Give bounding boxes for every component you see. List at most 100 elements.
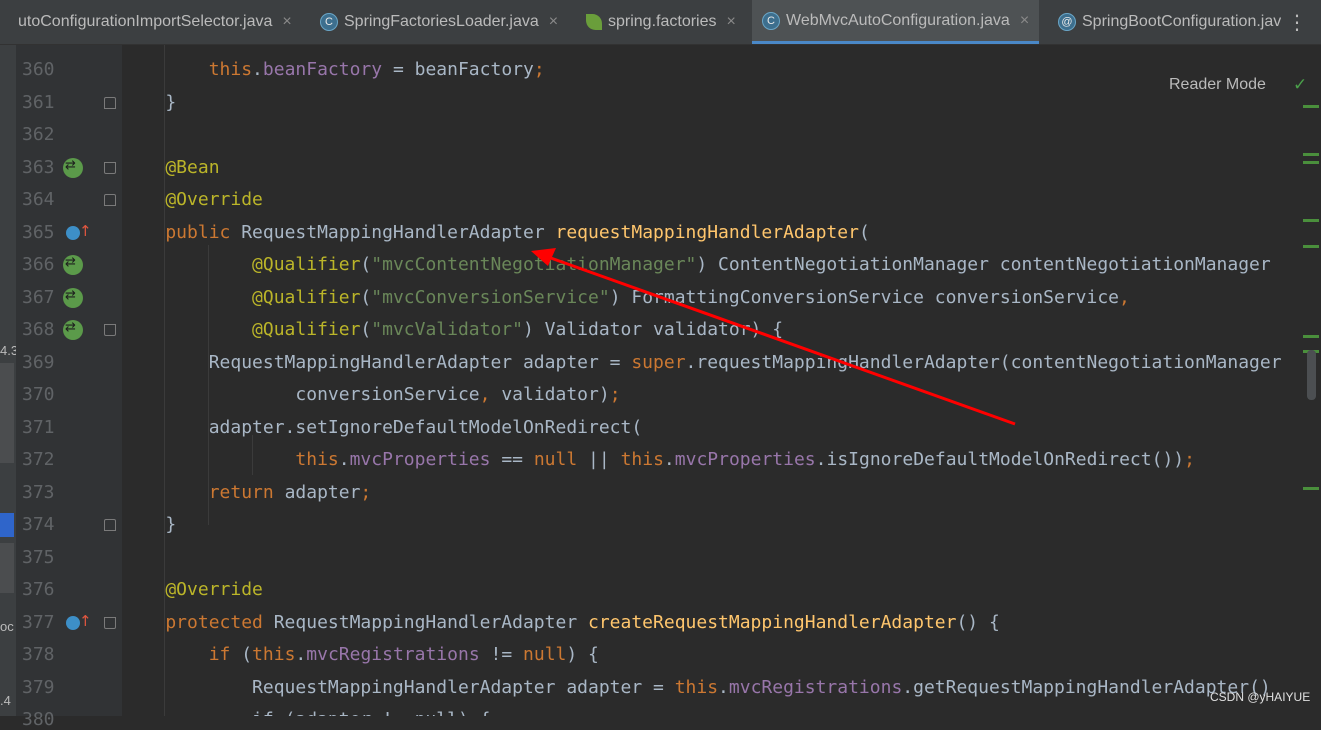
code-token: ( xyxy=(360,254,372,275)
scrollbar-thumb[interactable] xyxy=(1307,350,1316,400)
bean-icon[interactable] xyxy=(63,255,83,275)
code-token: @Qualifier xyxy=(122,254,361,275)
tab-spring-factories[interactable]: spring.factories × xyxy=(586,0,736,44)
tab-springfactoriesloader[interactable]: SpringFactoriesLoader.java × xyxy=(320,0,558,44)
change-marker xyxy=(1303,487,1319,490)
class-icon xyxy=(762,11,780,30)
code-line[interactable]: @Override xyxy=(122,580,263,600)
fold-marker-icon[interactable] xyxy=(104,324,116,336)
line-number: 373 xyxy=(22,481,55,503)
code-line[interactable]: public RequestMappingHandlerAdapter requ… xyxy=(122,221,869,243)
tab-label: SpringBootConfiguration.jav xyxy=(1082,13,1282,30)
code-token: , xyxy=(479,384,502,405)
code-token: || xyxy=(577,449,621,470)
tab-autoconfigurationimportselector[interactable]: utoConfigurationImportSelector.java × xyxy=(0,0,292,44)
override-icon[interactable]: ↑ xyxy=(66,222,92,243)
code-line[interactable]: protected RequestMappingHandlerAdapter c… xyxy=(122,611,999,633)
code-line[interactable]: @Qualifier("mvcContentNegotiationManager… xyxy=(122,255,1271,275)
code-token: RequestMappingHandlerAdapter adapter = xyxy=(122,351,632,373)
class-icon xyxy=(320,13,338,31)
code-token: mvcRegistrations xyxy=(728,676,903,698)
code-token: this xyxy=(252,644,296,665)
code-token: ) FormattingConversionService conversion… xyxy=(609,286,1120,308)
code-token: protected xyxy=(122,611,274,633)
code-token: = beanFactory xyxy=(382,59,534,80)
line-number: 374 xyxy=(22,514,55,535)
code-token: ) ContentNegotiationManager contentNegot… xyxy=(696,254,1271,275)
code-line[interactable]: RequestMappingHandlerAdapter adapter = t… xyxy=(122,676,1271,698)
tab-label: spring.factories xyxy=(608,13,717,30)
fold-marker-icon[interactable] xyxy=(104,616,116,629)
bean-icon[interactable] xyxy=(63,157,83,178)
line-number: 377 xyxy=(22,611,55,633)
code-token: } xyxy=(122,91,177,113)
line-number: 371 xyxy=(22,416,55,438)
left-tool-strip: 4.3 oc .4 xyxy=(0,45,18,716)
code-line[interactable]: if (adapter != null) { xyxy=(122,710,490,717)
line-number: 368 xyxy=(22,319,55,340)
code-line[interactable]: } xyxy=(122,91,177,113)
close-icon[interactable]: × xyxy=(1020,12,1029,30)
code-token: null xyxy=(533,449,578,470)
close-icon[interactable]: × xyxy=(549,13,558,31)
code-token: ; xyxy=(1184,449,1195,470)
code-line[interactable]: } xyxy=(122,515,176,535)
code-token: mvcProperties xyxy=(674,449,816,470)
tab-label: utoConfigurationImportSelector.java xyxy=(18,13,273,30)
editor-scrollbar[interactable] xyxy=(1299,45,1321,716)
tab-webmvcautoconfiguration[interactable]: WebMvcAutoConfiguration.java × xyxy=(752,0,1040,44)
code-token: , xyxy=(1119,286,1130,308)
code-token: @Override xyxy=(122,189,263,210)
code-token: super xyxy=(631,351,686,373)
strip-text: .4 xyxy=(0,693,11,708)
code-token: . xyxy=(338,449,350,470)
spring-leaf-icon xyxy=(586,14,602,30)
fold-marker-icon[interactable] xyxy=(104,161,116,174)
code-token: return xyxy=(122,481,285,503)
editor-gutter[interactable]: 360 361 362 363 364 365 ↑ 366 367 368 369 370 371 372… xyxy=(16,45,122,730)
code-token: ; xyxy=(533,59,545,80)
strip-panel xyxy=(0,543,14,593)
code-editor[interactable]: this.beanFactory = beanFactory; } @Bean … xyxy=(122,45,1299,716)
fold-marker-icon[interactable] xyxy=(104,96,116,109)
code-line[interactable]: this.mvcProperties == null || this.mvcPr… xyxy=(122,450,1195,470)
close-icon[interactable]: × xyxy=(727,13,736,31)
bean-icon[interactable] xyxy=(63,287,83,308)
code-token: RequestMappingHandlerAdapter adapter = xyxy=(122,676,675,698)
code-line[interactable]: RequestMappingHandlerAdapter adapter = s… xyxy=(122,351,1282,373)
code-line[interactable]: @Qualifier("mvcConversionService") Forma… xyxy=(122,286,1130,308)
code-token: beanFactory xyxy=(262,59,383,80)
code-token: != xyxy=(479,644,524,665)
code-line[interactable]: conversionService, validator); xyxy=(122,384,620,405)
strip-selection xyxy=(0,513,14,537)
annotation-icon xyxy=(1058,13,1076,31)
code-line[interactable]: @Qualifier("mvcValidator") Validator val… xyxy=(122,320,783,340)
close-icon[interactable]: × xyxy=(282,13,291,31)
override-icon[interactable]: ↑ xyxy=(66,612,92,633)
code-line[interactable]: if (this.mvcRegistrations != null) { xyxy=(122,645,599,665)
line-number: 363 xyxy=(22,156,55,178)
code-line[interactable]: this.beanFactory = beanFactory; xyxy=(122,60,545,80)
code-token: adapter.setIgnoreDefaultModelOnRedirect( xyxy=(122,416,643,438)
code-line[interactable]: @Override xyxy=(122,190,263,210)
code-token: requestMappingHandlerAdapter xyxy=(555,221,859,243)
bean-icon[interactable] xyxy=(63,320,83,340)
tab-label: SpringFactoriesLoader.java xyxy=(344,13,539,30)
code-token: this xyxy=(122,59,253,80)
line-number: 376 xyxy=(22,579,55,600)
fold-marker-icon[interactable] xyxy=(104,194,116,206)
reader-mode-toggle[interactable]: Reader Mode xyxy=(1169,76,1266,94)
code-line[interactable]: @Bean xyxy=(122,157,219,178)
strip-text: oc xyxy=(0,619,14,634)
code-token: this xyxy=(674,676,719,698)
code-token: this xyxy=(122,449,339,470)
tab-springbootconfiguration[interactable]: SpringBootConfiguration.jav xyxy=(1058,0,1281,44)
tab-overflow-menu-icon[interactable]: ⋮ xyxy=(1281,10,1307,34)
code-line[interactable]: return adapter; xyxy=(122,481,372,503)
code-token: ; xyxy=(360,481,372,503)
code-token: conversionService xyxy=(122,384,480,405)
line-number: 362 xyxy=(22,124,55,145)
code-line[interactable]: adapter.setIgnoreDefaultModelOnRedirect( xyxy=(122,416,643,438)
code-token: "mvcContentNegotiationManager" xyxy=(371,254,697,275)
fold-marker-icon[interactable] xyxy=(104,519,116,531)
